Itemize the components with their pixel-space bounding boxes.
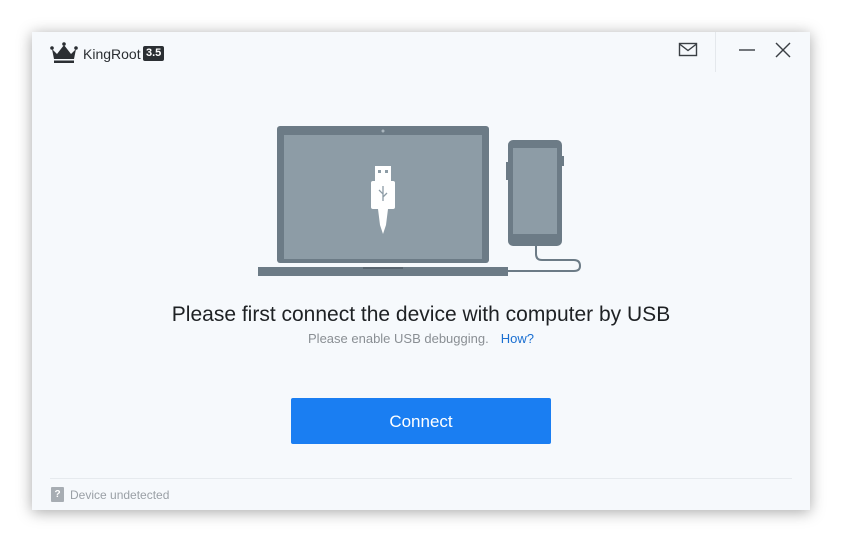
device-status-text: Device undetected (70, 488, 170, 502)
app-name: KingRoot (83, 46, 141, 62)
close-icon[interactable] (774, 40, 792, 60)
titlebar-divider (715, 32, 716, 72)
app-window: KingRoot 3.5 Please first connect the de… (32, 32, 810, 510)
connect-instruction-title: Please first connect the device with com… (171, 303, 671, 326)
question-mark-icon: ? (51, 487, 64, 502)
title-bar[interactable]: KingRoot 3.5 (32, 32, 810, 72)
usb-debugging-text: Please enable USB debugging. (308, 331, 489, 346)
mail-icon[interactable] (678, 42, 698, 58)
usb-debugging-hint: Please enable USB debugging. How? (32, 330, 810, 348)
laptop-phone-usb-icon (258, 126, 582, 276)
version-badge: 3.5 (143, 46, 165, 61)
phone-screen (513, 148, 557, 234)
connect-button[interactable]: Connect (291, 398, 551, 444)
how-link[interactable]: How? (501, 331, 534, 346)
minimize-icon[interactable] (738, 40, 756, 60)
crown-logo-icon (50, 42, 78, 63)
footer-divider (50, 478, 792, 479)
